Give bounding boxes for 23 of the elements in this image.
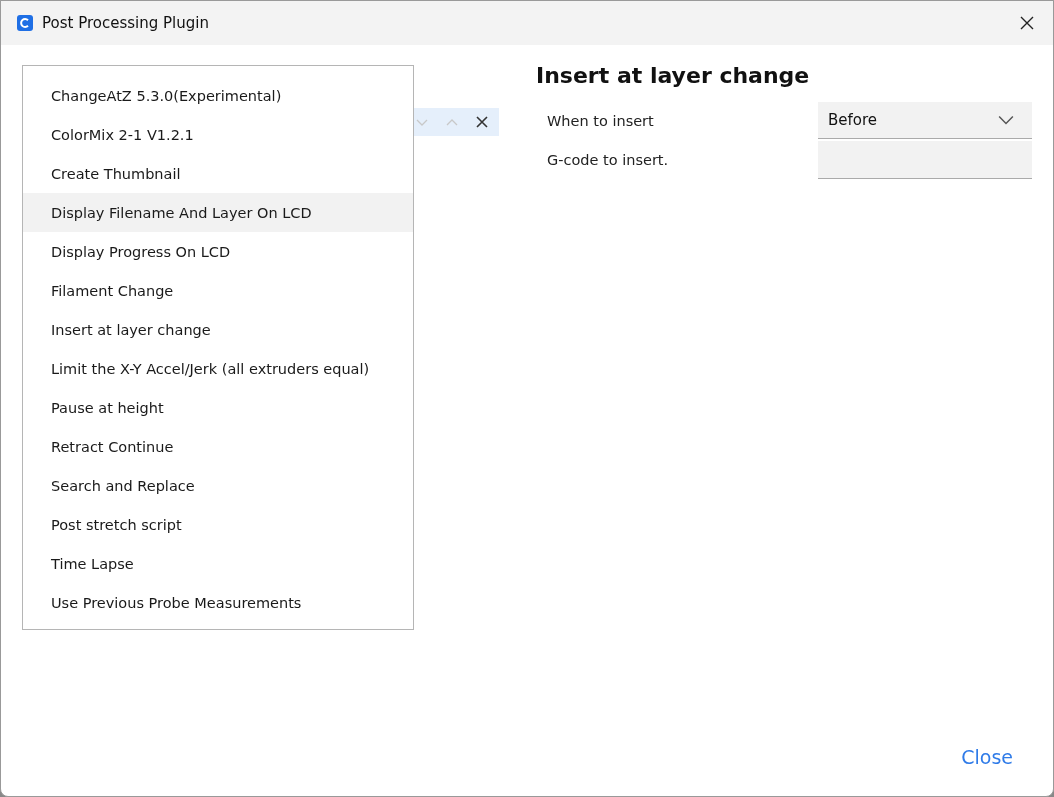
remove-icon[interactable] [475, 115, 489, 129]
close-button[interactable]: Close [961, 746, 1013, 768]
menu-item[interactable]: Retract Continue [23, 427, 413, 466]
menu-item[interactable]: Display Filename And Layer On LCD [23, 193, 413, 232]
menu-item[interactable]: Limit the X-Y Accel/Jerk (all extruders equal) [23, 349, 413, 388]
window-title: Post Processing Plugin [42, 14, 210, 32]
app-logo-icon [17, 15, 33, 31]
menu-item[interactable]: Use Previous Probe Measurements [23, 583, 413, 622]
settings-title: Insert at layer change [536, 63, 811, 90]
menu-item[interactable]: ChangeAtZ 5.3.0(Experimental) [23, 76, 413, 115]
setting-label: G-code to insert. [547, 151, 669, 168]
menu-item[interactable]: ColorMix 2-1 V1.2.1 [23, 115, 413, 154]
menu-item[interactable]: Create Thumbnail [23, 154, 413, 193]
text-field[interactable] [818, 140, 1032, 179]
menu-item[interactable]: Post stretch script [23, 505, 413, 544]
menu-item[interactable]: Insert at layer change [23, 310, 413, 349]
menu-item[interactable]: Time Lapse [23, 544, 413, 583]
menu-item[interactable]: Filament Change [23, 271, 413, 310]
setting-label: When to insert [547, 112, 654, 129]
menu-item[interactable]: Display Progress On LCD [23, 232, 413, 271]
dropdown[interactable]: Before [818, 102, 1032, 139]
menu-item[interactable]: Search and Replace [23, 466, 413, 505]
menu-item[interactable]: Pause at height [23, 388, 413, 427]
